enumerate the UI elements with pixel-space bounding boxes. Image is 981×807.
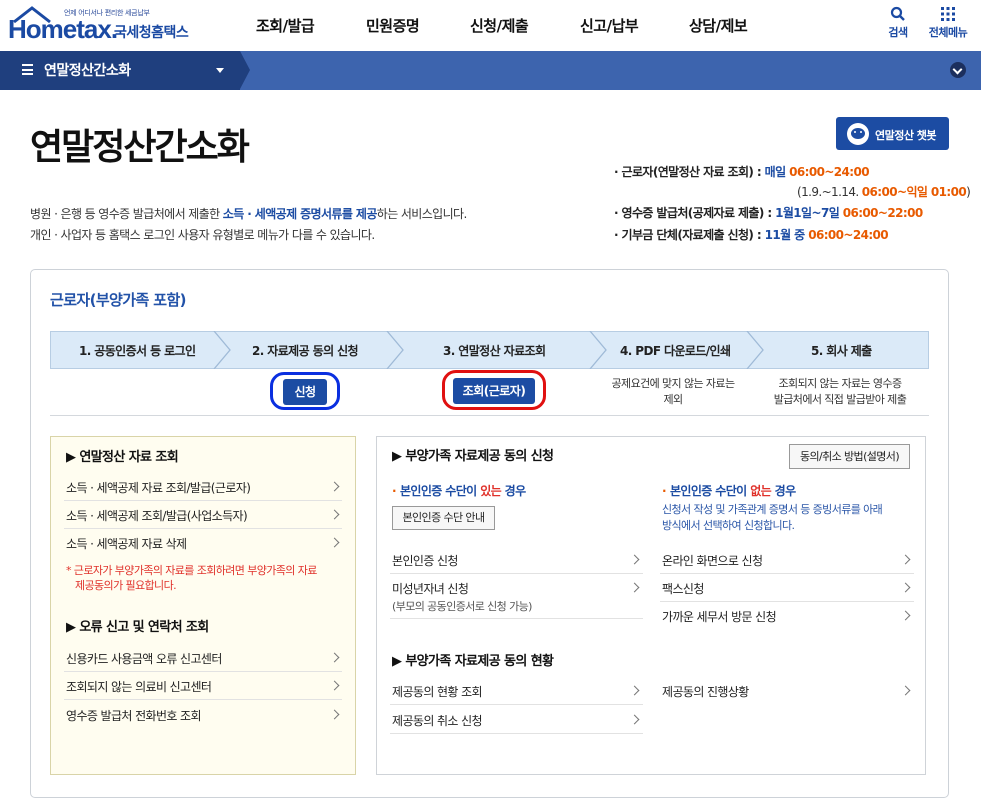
step-3-lookup: 3. 연말정산 자료조회 xyxy=(443,344,546,358)
chatbot-button[interactable]: 연말정산 챗봇 xyxy=(836,117,949,150)
row-divider xyxy=(390,704,643,705)
link-self-auth-apply[interactable]: 본인인증 신청 xyxy=(392,552,458,569)
minor-child-note: (부모의 공동인증서로 신청 가능) xyxy=(392,600,532,613)
all-menu-button[interactable]: 전체메뉴 xyxy=(926,6,970,40)
step-5-note: 조회되지 않는 자료는 영수증 발급처에서 직접 발급받아 제출 xyxy=(773,377,907,406)
step-chevron-icon xyxy=(386,331,404,369)
divider xyxy=(50,415,929,416)
schedule-donation-org: · 기부금 단체(자료제출 신청) : 11월 중 06:00~24:00 xyxy=(614,228,889,242)
link-medical-report[interactable]: 조회되지 않는 의료비 신고센터 xyxy=(66,678,212,695)
step-4-note: 공제요건에 맞지 않는 자료는 제외 xyxy=(611,377,736,406)
current-menu-label: 연말정산간소화 xyxy=(44,63,131,79)
consent-heading: ▶ 부양가족 자료제공 동의 신청 xyxy=(392,449,554,464)
link-minor-child-apply[interactable]: 미성년자녀 신청 xyxy=(392,580,469,597)
lookup-heading: ▶ 연말정산 자료 조회 xyxy=(66,450,179,465)
search-button[interactable]: 검색 xyxy=(884,6,912,40)
gnb-menu-certificate[interactable]: 민원증명 xyxy=(366,15,420,36)
chatbot-label: 연말정산 챗봇 xyxy=(875,129,937,142)
link-worker-deduction-lookup[interactable]: 소득 · 세액공제 자료 조회/발급(근로자) xyxy=(66,479,251,496)
chatbot-face-icon xyxy=(847,123,869,145)
link-card-error-report[interactable]: 신용카드 사용금액 오류 신고센터 xyxy=(66,650,222,667)
without-auth-note: 신청서 작성 및 가족관계 증명서 등 증빙서류를 아래 방식에서 선택하여 신청… xyxy=(662,503,883,532)
without-auth-heading: · 본인인증 수단이 없는 경우 xyxy=(662,484,796,498)
logo-korean-name: 국세청홈택스 xyxy=(114,25,189,41)
schedule-worker-extended: (1.9.~1.14. 06:00~익일 01:00) xyxy=(797,185,971,199)
row-divider xyxy=(64,671,342,672)
link-fax-apply[interactable]: 팩스신청 xyxy=(662,580,704,597)
step-5-submit: 5. 회사 제출 xyxy=(811,344,872,358)
row-divider xyxy=(64,699,342,700)
expand-circle-icon[interactable] xyxy=(950,62,966,78)
all-menu-label: 전체메뉴 xyxy=(928,26,968,39)
top-header: 언제 어디서나 편리한 세금납부 Hometax. 국세청홈택스 조회/발급 민… xyxy=(0,0,981,51)
location-bar-arrow xyxy=(240,51,250,89)
row-divider xyxy=(64,500,342,501)
consent-status-heading: ▶ 부양가족 자료제공 동의 현황 xyxy=(392,654,554,669)
row-divider xyxy=(64,528,342,529)
section-title: 근로자(부양가족 포함) xyxy=(50,291,187,309)
search-label: 검색 xyxy=(888,26,908,39)
link-business-deduction-lookup[interactable]: 소득 · 세액공제 조회/발급(사업소득자) xyxy=(66,507,248,524)
step-2-consent: 2. 자료제공 동의 신청 xyxy=(252,344,359,358)
row-divider xyxy=(660,573,914,574)
grid-menu-icon xyxy=(941,7,955,21)
link-tax-office-visit[interactable]: 가까운 세무서 방문 신청 xyxy=(662,608,777,625)
link-consent-progress[interactable]: 제공동의 진행상황 xyxy=(662,683,749,700)
search-icon xyxy=(890,6,905,21)
link-consent-cancel[interactable]: 제공동의 취소 신청 xyxy=(392,712,483,729)
service-description-1: 병원 · 은행 등 영수증 발급처에서 제출한 소득 · 세액공제 증명서류를 … xyxy=(30,207,467,221)
dependent-consent-warning: * 근로자가 부양가족의 자료를 조회하려면 부양가족의 자료 제공동의가 필요… xyxy=(66,564,317,592)
row-divider xyxy=(390,573,643,574)
consent-apply-button[interactable]: 신청 xyxy=(283,379,327,405)
link-deduction-delete[interactable]: 소득 · 세액공제 자료 삭제 xyxy=(66,535,187,552)
error-report-heading: ▶ 오류 신고 및 연락처 조회 xyxy=(66,620,209,635)
page-title: 연말정산간소화 xyxy=(30,127,250,168)
logo-brand: Hometax. xyxy=(8,14,118,44)
gnb-menu-consult[interactable]: 상담/제보 xyxy=(689,15,748,36)
hamburger-icon xyxy=(22,64,33,75)
step-1-login: 1. 공동인증서 등 로그인 xyxy=(79,344,196,358)
gnb-menu-application[interactable]: 신청/제출 xyxy=(470,15,529,36)
with-auth-heading: · 본인인증 수단이 있는 경우 xyxy=(392,484,526,498)
method-guide-button[interactable]: 동의/취소 방법(설명서) xyxy=(789,444,910,469)
hometax-logo[interactable]: 언제 어디서나 편리한 세금납부 Hometax. 국세청홈택스 xyxy=(8,4,198,48)
link-consent-status-lookup[interactable]: 제공동의 현황 조회 xyxy=(392,683,483,700)
row-divider xyxy=(390,618,643,619)
link-online-apply[interactable]: 온라인 화면으로 신청 xyxy=(662,552,763,569)
step-chevron-icon xyxy=(746,331,764,369)
worker-lookup-button[interactable]: 조회(근로자) xyxy=(453,378,535,404)
gnb-menu-report-pay[interactable]: 신고/납부 xyxy=(580,15,639,36)
schedule-worker: · 근로자(연말정산 자료 조회) : 매일 06:00~24:00 xyxy=(614,165,870,179)
caret-down-icon xyxy=(216,68,224,73)
row-divider xyxy=(660,601,914,602)
step-chevron-icon xyxy=(589,331,607,369)
gnb-menu-inquiry[interactable]: 조회/발급 xyxy=(256,15,315,36)
step-4-pdf: 4. PDF 다운로드/인쇄 xyxy=(620,344,731,358)
row-divider xyxy=(390,733,643,734)
auth-guide-button[interactable]: 본인인증 수단 안내 xyxy=(392,506,495,530)
step-chevron-icon xyxy=(213,331,231,369)
link-issuer-phone-lookup[interactable]: 영수증 발급처 전화번호 조회 xyxy=(66,707,202,724)
schedule-receipt-issuer: · 영수증 발급처(공제자료 제출) : 1월1일~7일 06:00~22:00 xyxy=(614,206,923,220)
service-description-2: 개인 · 사업자 등 홈택스 로그인 사용자 유형별로 메뉴가 다를 수 있습니… xyxy=(30,228,375,242)
